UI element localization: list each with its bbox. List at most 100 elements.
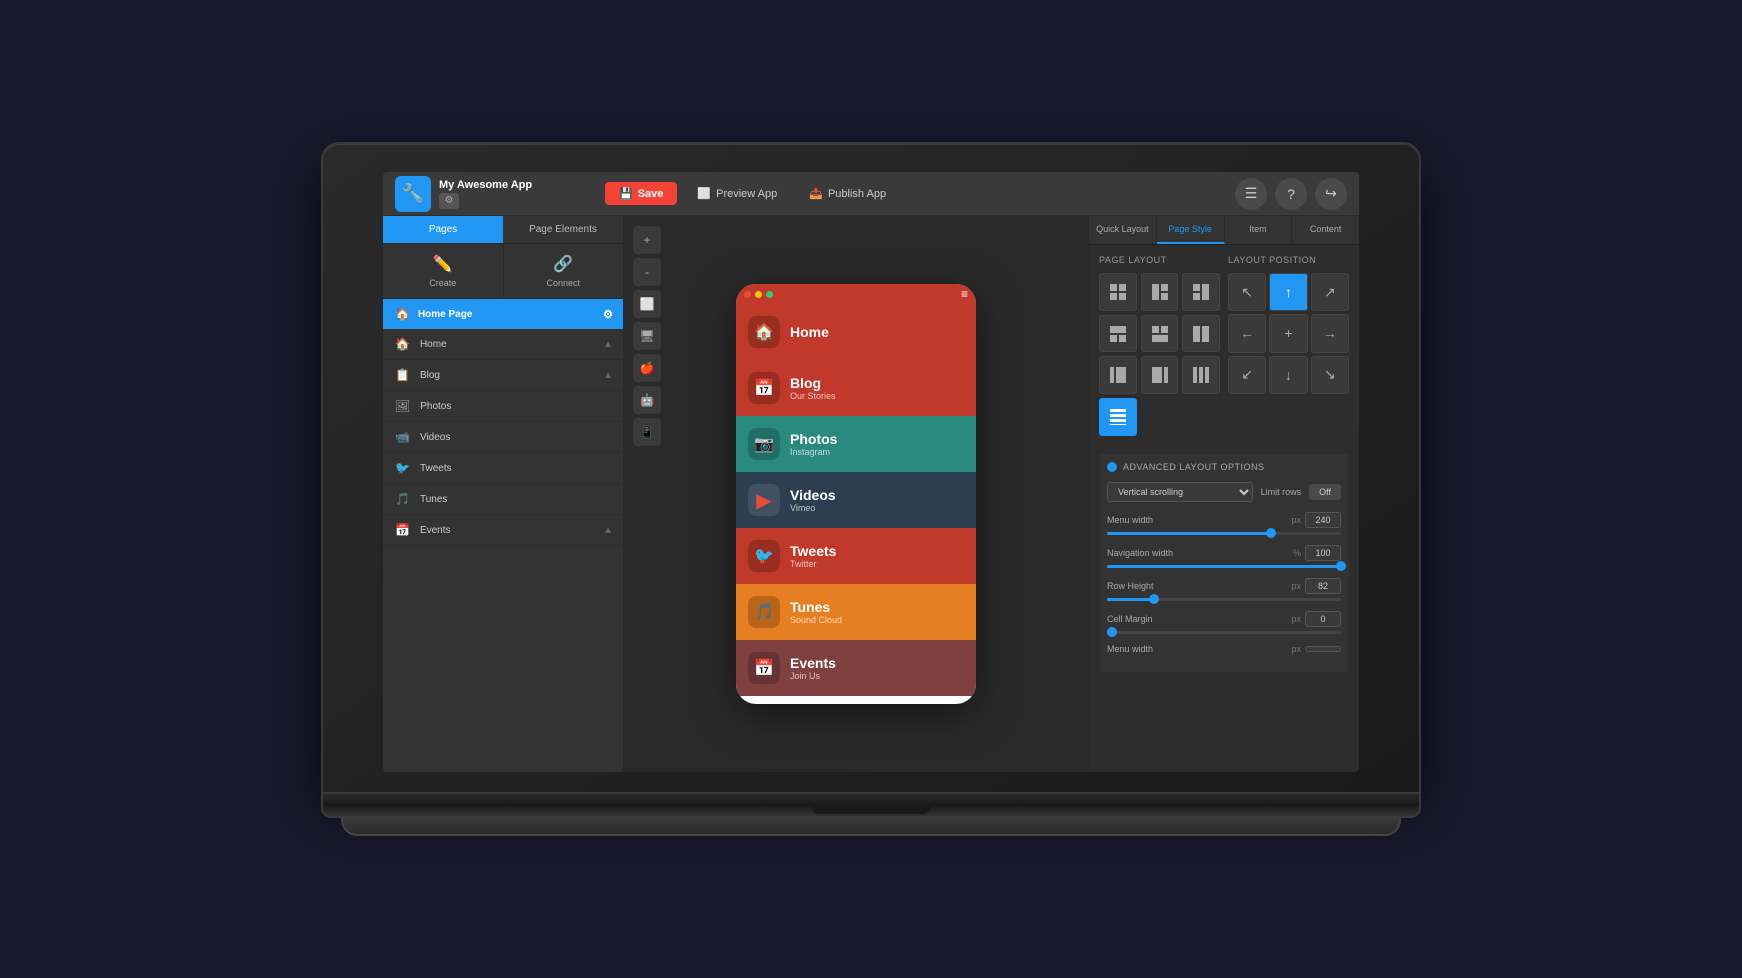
fit-screen-btn[interactable]: ⬜ xyxy=(633,290,661,318)
row-height-value[interactable]: 82 xyxy=(1305,578,1341,594)
phone-nav-item-photos[interactable]: 📷 Photos Instagram xyxy=(736,416,976,472)
pos-middle-left[interactable]: ← xyxy=(1228,314,1266,352)
menu-width-thumb[interactable] xyxy=(1266,528,1276,538)
home-page-item[interactable]: 🏠 Home Page ⚙ xyxy=(383,299,623,329)
layout-opt-7[interactable] xyxy=(1099,356,1137,394)
zoom-in-btn[interactable]: + xyxy=(633,226,661,254)
menu-width-value[interactable]: 240 xyxy=(1305,512,1341,528)
pos-middle-center[interactable]: + xyxy=(1269,314,1307,352)
layout-opt-4[interactable] xyxy=(1099,315,1137,353)
menu-width-2-value[interactable] xyxy=(1305,646,1341,652)
connect-action[interactable]: 🔗 Connect xyxy=(504,244,624,298)
phone-dots xyxy=(744,291,773,298)
cell-margin-track[interactable] xyxy=(1107,631,1341,634)
layout-opt-8[interactable] xyxy=(1141,356,1179,394)
sidebar-item-photos[interactable]: 🖼 Photos xyxy=(383,391,623,422)
layout-opt-5[interactable] xyxy=(1141,315,1179,353)
sidebar-item-events[interactable]: 📅 Events ▲ xyxy=(383,515,623,546)
layout-opt-9[interactable] xyxy=(1182,356,1220,394)
layout-opt-6[interactable] xyxy=(1182,315,1220,353)
preview-button[interactable]: ⬜ Preview App xyxy=(685,182,789,205)
menu-width-header: Menu width px 240 xyxy=(1107,512,1341,528)
save-button[interactable]: 💾 Save xyxy=(605,182,677,205)
create-action[interactable]: ✏️ Create xyxy=(383,244,504,298)
layout-opt-2[interactable] xyxy=(1141,273,1179,311)
scrolling-select[interactable]: Vertical scrolling Horizontal scrolling xyxy=(1107,482,1253,502)
cell-margin-unit: px xyxy=(1291,614,1301,624)
brand-settings-btn[interactable]: ⚙ xyxy=(439,193,459,209)
sidebar-item-blog[interactable]: 📋 Blog ▲ xyxy=(383,360,623,391)
phone-nav-item-events[interactable]: 📅 Events Join Us xyxy=(736,640,976,696)
sidebar-item-videos[interactable]: 📹 Videos xyxy=(383,422,623,453)
row-height-unit: px xyxy=(1291,581,1301,591)
dot-green xyxy=(766,291,773,298)
tab-item[interactable]: Item xyxy=(1225,216,1293,244)
nav-events-text: Events Join Us xyxy=(790,655,836,681)
phone-nav-item-tunes[interactable]: 🎵 Tunes Sound Cloud xyxy=(736,584,976,640)
phone-nav-item-videos[interactable]: ▶ Videos Vimeo xyxy=(736,472,976,528)
sidebar-item-home[interactable]: 🏠 Home ▲ xyxy=(383,329,623,360)
android-btn[interactable]: 🤖 xyxy=(633,386,661,414)
nav-home-icon: 🏠 xyxy=(748,316,780,348)
nav-width-fill xyxy=(1107,565,1341,568)
menu-width-2-unit: px xyxy=(1291,644,1301,654)
pos-middle-right[interactable]: → xyxy=(1311,314,1349,352)
tweets-icon: 🐦 xyxy=(395,461,410,475)
cell-margin-thumb[interactable] xyxy=(1107,627,1117,637)
advanced-header: ADVANCED LAYOUT OPTIONS xyxy=(1107,462,1341,472)
cell-margin-value[interactable]: 0 xyxy=(1305,611,1341,627)
desktop-btn[interactable]: 🖥 xyxy=(633,322,661,350)
menu-width-label: Menu width xyxy=(1107,515,1153,525)
preview-area: + - ⬜ 🖥 🍎 🤖 📱 xyxy=(623,216,1089,772)
tab-page-style[interactable]: Page Style xyxy=(1157,216,1225,244)
pos-top-center[interactable]: ↑ xyxy=(1269,273,1307,311)
pos-bottom-right[interactable]: ↘ xyxy=(1311,356,1349,394)
toolbar: 🔧 My Awesome App ⚙ 💾 Save ⬜ Preview App xyxy=(383,172,1359,216)
nav-photos-text: Photos Instagram xyxy=(790,431,837,457)
page-layout-section: Page Layout xyxy=(1099,255,1220,446)
tab-pages[interactable]: Pages xyxy=(383,216,503,243)
phone-nav-item-blog[interactable]: 📅 Blog Our Stories xyxy=(736,360,976,416)
zoom-out-btn[interactable]: - xyxy=(633,258,661,286)
nav-width-value[interactable]: 100 xyxy=(1305,545,1341,561)
limit-rows-toggle[interactable]: Off xyxy=(1309,484,1341,500)
logout-icon-btn[interactable]: ↪ xyxy=(1315,178,1347,210)
sidebar-item-tunes[interactable]: 🎵 Tunes xyxy=(383,484,623,515)
pos-top-right[interactable]: ↗ xyxy=(1311,273,1349,311)
help-icon-btn[interactable]: ? xyxy=(1275,178,1307,210)
publish-button[interactable]: 📤 Publish App xyxy=(797,182,898,205)
phone-nav-item-tweets[interactable]: 🐦 Tweets Twitter xyxy=(736,528,976,584)
cell-margin-fill xyxy=(1107,631,1112,634)
phone-btn[interactable]: 📱 xyxy=(633,418,661,446)
tunes-icon: 🎵 xyxy=(395,492,410,506)
menu-width-track[interactable] xyxy=(1107,532,1341,535)
save-icon: 💾 xyxy=(619,187,633,200)
row-height-track[interactable] xyxy=(1107,598,1341,601)
list-icon-btn[interactable]: ☰ xyxy=(1235,178,1267,210)
menu-width-2-slider: Menu width px xyxy=(1107,644,1341,654)
nav-width-thumb[interactable] xyxy=(1336,561,1346,571)
layout-opt-3[interactable] xyxy=(1182,273,1220,311)
row-height-thumb[interactable] xyxy=(1149,594,1159,604)
pos-top-left[interactable]: ↖ xyxy=(1228,273,1266,311)
phone-mockup: ≡ 🏠 Home 📅 xyxy=(736,284,976,704)
home-arrow: ▲ xyxy=(603,339,613,350)
home-page-settings-icon[interactable]: ⚙ xyxy=(603,308,613,321)
tab-content[interactable]: Content xyxy=(1292,216,1359,244)
layout-opt-10[interactable] xyxy=(1099,398,1137,436)
publish-icon: 📤 xyxy=(809,187,823,200)
sidebar-tabs: Pages Page Elements xyxy=(383,216,623,244)
dot-yellow xyxy=(755,291,762,298)
nav-width-track[interactable] xyxy=(1107,565,1341,568)
tab-page-elements[interactable]: Page Elements xyxy=(503,216,623,243)
layout-opt-1[interactable] xyxy=(1099,273,1137,311)
phone-nav-item-home[interactable]: 🏠 Home xyxy=(736,304,976,360)
tab-quick-layout[interactable]: Quick Layout xyxy=(1089,216,1157,244)
apple-btn[interactable]: 🍎 xyxy=(633,354,661,382)
nav-tweets-icon: 🐦 xyxy=(748,540,780,572)
sidebar-item-tweets[interactable]: 🐦 Tweets xyxy=(383,453,623,484)
nav-photos-icon: 📷 xyxy=(748,428,780,460)
app-title: My Awesome App xyxy=(439,179,532,191)
pos-bottom-left[interactable]: ↙ xyxy=(1228,356,1266,394)
pos-bottom-center[interactable]: ↓ xyxy=(1269,356,1307,394)
